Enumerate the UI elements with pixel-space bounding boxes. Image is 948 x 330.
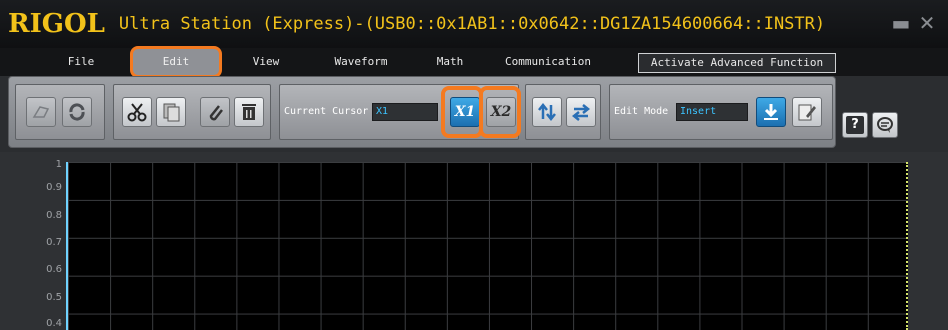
menu-edit[interactable]: Edit (130, 46, 222, 78)
download-icon (764, 104, 778, 120)
y-tick-0.9: 0.9 (46, 182, 62, 193)
swap-group (525, 84, 601, 140)
menu-file[interactable]: File (56, 52, 106, 72)
current-cursor-label: Current Cursor (284, 106, 369, 117)
download-button[interactable] (756, 97, 786, 127)
delete-button[interactable] (234, 97, 264, 127)
help-icon: ? (846, 116, 864, 134)
swap-horizontal-icon (571, 104, 591, 121)
help-button[interactable]: ? (842, 112, 868, 138)
undo-button[interactable] (26, 97, 56, 127)
cut-button[interactable] (122, 97, 152, 127)
edit-group (113, 84, 271, 140)
window-title: Ultra Station (Express)-(USB0::0x1AB1::0… (118, 14, 826, 34)
cursor-x1-highlight (441, 86, 483, 138)
trash-icon (242, 104, 256, 120)
waveform-plot[interactable] (66, 162, 908, 330)
y-tick-0.8: 0.8 (46, 210, 62, 221)
activate-advanced-button[interactable]: Activate Advanced Function (638, 53, 836, 73)
rigol-logo: RIGOL (8, 9, 105, 39)
redo-button[interactable] (62, 97, 92, 127)
close-icon: ✕ (918, 11, 936, 35)
redo-icon (69, 103, 85, 121)
undo-icon (32, 106, 50, 118)
swap-vertical-button[interactable] (532, 97, 562, 127)
menu-view[interactable]: View (244, 52, 288, 72)
edit-icon (798, 104, 816, 121)
minimize-button[interactable]: ▬ (888, 10, 914, 36)
y-tick-0.7: 0.7 (46, 237, 62, 248)
menu-communication[interactable]: Communication (498, 52, 598, 72)
current-cursor-field[interactable]: X1 (372, 103, 438, 121)
copy-button[interactable] (156, 97, 186, 127)
swap-horizontal-button[interactable] (566, 97, 596, 127)
attach-button[interactable] (200, 97, 230, 127)
undo-redo-group (15, 84, 105, 140)
edit-mode-field[interactable]: Insert (676, 103, 748, 121)
y-tick-0.5: 0.5 (46, 292, 62, 303)
y-tick-0.4: 0.4 (46, 318, 62, 329)
minimize-icon: ▬ (891, 11, 911, 35)
chat-button[interactable] (872, 112, 898, 138)
close-button[interactable]: ✕ (914, 10, 940, 36)
menu-math[interactable]: Math (430, 52, 470, 72)
cursor-x2-highlight (479, 86, 521, 138)
y-tick-1: 1 (55, 159, 62, 170)
title-bar: RIGOL Ultra Station (Express)-(USB0::0x1… (0, 0, 948, 48)
chat-icon (877, 117, 893, 133)
scissors-icon (127, 103, 147, 122)
edit-mode-label: Edit Mode (614, 106, 669, 117)
paperclip-icon (209, 105, 223, 121)
menu-bar: File Edit View Waveform Math Communicati… (0, 46, 948, 78)
edit-button[interactable] (792, 97, 822, 127)
menu-waveform[interactable]: Waveform (326, 52, 396, 72)
y-tick-0.6: 0.6 (46, 264, 62, 275)
swap-vertical-icon (538, 102, 556, 122)
edit-mode-group: Edit Mode Insert (609, 84, 833, 140)
copy-icon (163, 103, 180, 122)
toolbar: Current Cursor X1 X1 X2 Edit Mode Insert (8, 76, 836, 148)
